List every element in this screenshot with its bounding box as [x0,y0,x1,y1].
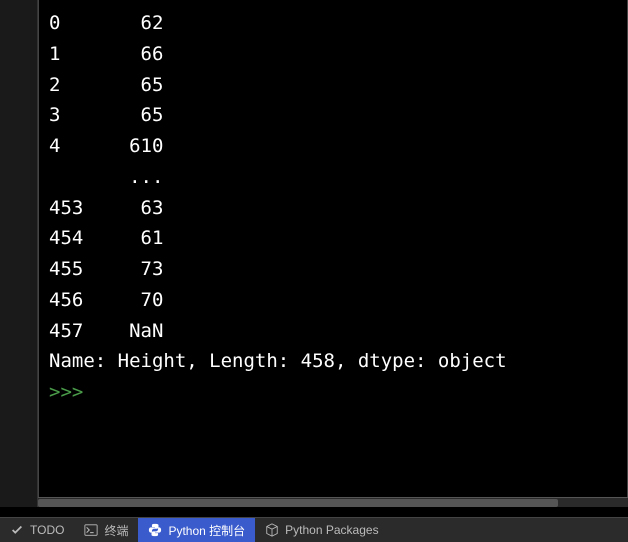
output-row: ... [49,162,617,193]
bottom-toolbar: TODO 终端 Python 控制台 Python Packages [0,517,628,542]
output-row: 455 73 [49,254,617,285]
caret [95,385,103,403]
toolbar-python-packages-label: Python Packages [285,523,378,537]
toolbar-python-packages[interactable]: Python Packages [255,518,388,542]
toolbar-terminal[interactable]: 终端 [74,518,138,542]
output-row: 456 70 [49,285,617,316]
console-output[interactable]: 0 621 662 653 654 610 ...453 63454 61455… [38,0,628,507]
left-gutter [0,0,38,507]
scrollbar-thumb[interactable] [38,499,558,507]
packages-icon [265,523,279,537]
output-row: 3 65 [49,100,617,131]
output-row: 4 610 [49,131,617,162]
output-row: 457 NaN [49,316,617,347]
output-row: 454 61 [49,223,617,254]
prompt: >>> [49,381,95,403]
output-row: 453 63 [49,193,617,224]
output-row: 0 62 [49,8,617,39]
toolbar-todo[interactable]: TODO [0,518,74,542]
toolbar-python-console-label: Python 控制台 [168,522,245,539]
terminal-icon [84,523,98,537]
output-row: 2 65 [49,70,617,101]
check-icon [10,523,24,537]
python-icon [148,523,162,537]
output-row: 1 66 [49,39,617,70]
toolbar-todo-label: TODO [30,523,64,537]
output-summary: Name: Height, Length: 458, dtype: object [49,346,617,377]
horizontal-scrollbar[interactable] [38,497,628,507]
toolbar-python-console[interactable]: Python 控制台 [138,518,255,542]
toolbar-terminal-label: 终端 [104,522,128,539]
